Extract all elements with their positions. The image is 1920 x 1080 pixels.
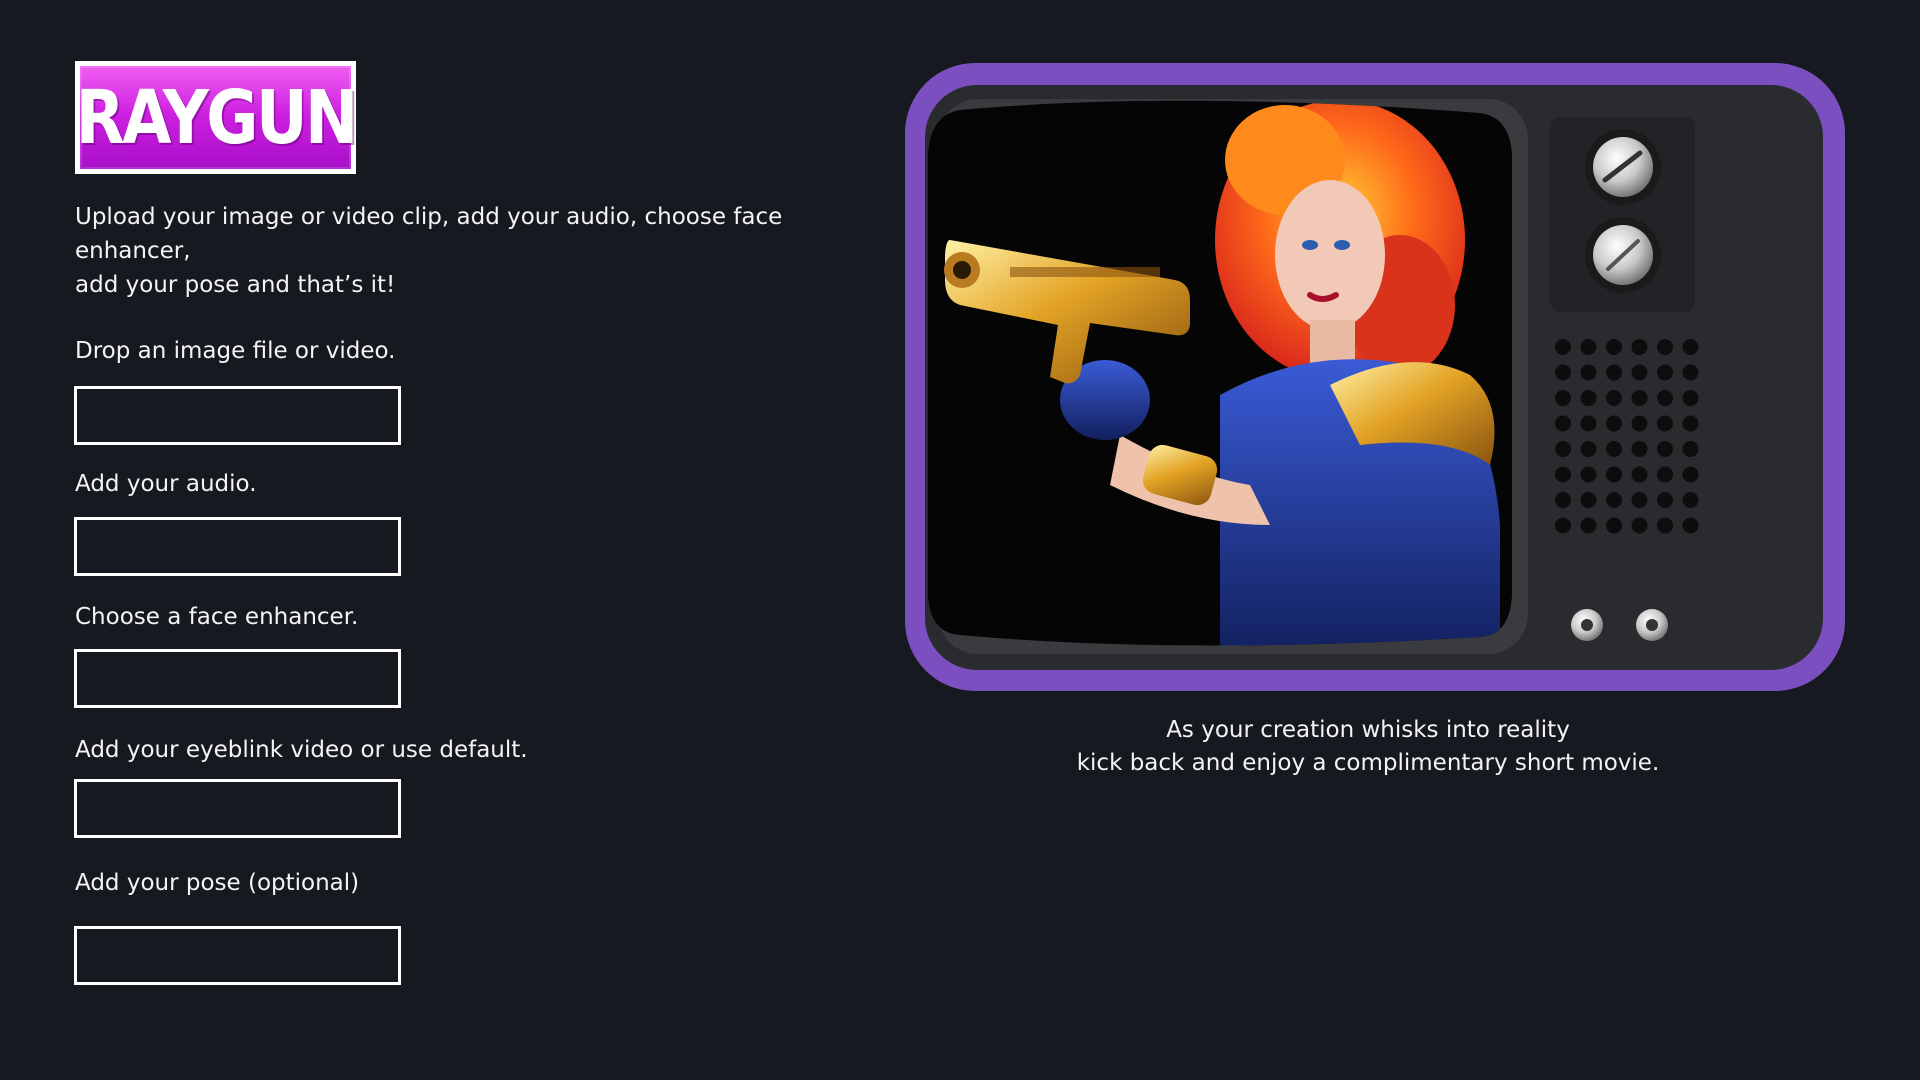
speaker-hole [1606,492,1622,508]
speaker-hole [1657,339,1673,355]
image-upload-dropzone[interactable] [74,386,401,445]
face-enhancer-select[interactable] [74,649,401,708]
speaker-hole [1580,339,1597,355]
speaker-hole [1631,441,1648,457]
tv-screen [928,100,1512,646]
speaker-hole [1606,517,1622,534]
speaker-hole [1657,517,1673,534]
intro-line-2: add your pose and that’s it! [75,272,396,298]
speaker-hole [1555,441,1571,457]
speaker-hole [1606,441,1622,457]
intro-line-1: Upload your image or video clip, add you… [75,204,783,264]
face-enhancer-label: Choose a face enhancer. [75,604,359,630]
caption-line-2: kick back and enjoy a complimentary shor… [1076,750,1660,776]
speaker-hole [1631,415,1648,432]
speaker-hole [1657,466,1673,483]
speaker-hole [1682,390,1699,406]
logo-text: RAYGUN [75,74,359,161]
speaker-hole [1657,415,1673,432]
pose-label: Add your pose (optional) [75,870,360,896]
retro-tv-preview [890,55,1860,715]
speaker-hole [1580,415,1597,432]
speaker-hole [1606,339,1622,355]
speaker-hole [1631,364,1648,381]
speaker-hole [1682,415,1699,432]
speaker-hole [1631,492,1648,508]
speaker-hole [1631,517,1648,534]
speaker-hole [1580,441,1597,457]
eyeblink-video-label: Add your eyeblink video or use default. [75,737,528,763]
speaker-hole [1606,466,1622,483]
speaker-hole [1657,390,1673,406]
speaker-hole [1631,339,1648,355]
speaker-hole [1657,492,1673,508]
audio-upload-dropzone[interactable] [74,517,401,576]
speaker-hole [1580,517,1597,534]
speaker-hole [1555,415,1571,432]
speaker-hole [1631,390,1648,406]
raygun-logo: RAYGUN [75,61,359,174]
speaker-hole [1657,364,1673,381]
speaker-hole [1555,390,1571,406]
speaker-hole [1682,466,1699,483]
speaker-hole [1682,517,1699,534]
speaker-hole [1682,364,1699,381]
eyeblink-video-dropzone[interactable] [74,779,401,838]
speaker-hole [1606,415,1622,432]
speaker-hole [1555,492,1571,508]
image-upload-label: Drop an image file or video. [75,338,396,364]
speaker-hole [1580,492,1597,508]
speaker-hole [1606,390,1622,406]
caption-line-1: As your creation whisks into reality [1166,717,1570,743]
preview-caption: As your creation whisks into reality kic… [890,714,1846,780]
speaker-hole [1555,517,1571,534]
speaker-hole [1580,364,1597,381]
speaker-hole [1682,339,1699,355]
intro-text: Upload your image or video clip, add you… [75,200,875,302]
speaker-hole [1580,466,1597,483]
speaker-hole [1555,339,1571,355]
speaker-hole [1657,441,1673,457]
speaker-hole [1631,466,1648,483]
pose-input[interactable] [74,926,401,985]
speaker-hole [1682,492,1699,508]
speaker-hole [1682,441,1699,457]
speaker-hole [1580,390,1597,406]
speaker-hole [1606,364,1622,381]
audio-upload-label: Add your audio. [75,471,257,497]
speaker-hole [1555,364,1571,381]
speaker-hole [1555,466,1571,483]
